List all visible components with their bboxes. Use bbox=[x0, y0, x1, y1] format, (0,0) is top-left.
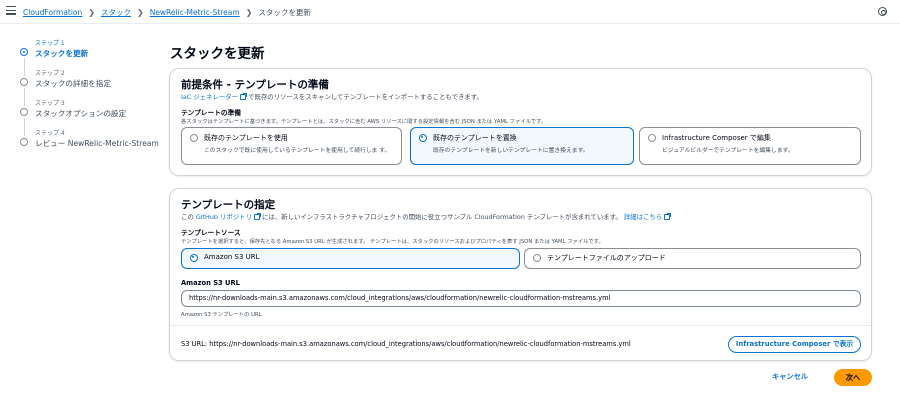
step-indicator-icon bbox=[20, 48, 28, 56]
breadcrumb-current: スタックを更新 bbox=[258, 8, 311, 17]
step-indicator-icon bbox=[20, 78, 28, 86]
step-indicator-icon bbox=[20, 108, 28, 116]
breadcrumb-stack-name[interactable]: NewRelic-Metric-Stream bbox=[150, 8, 240, 17]
step-number: ステップ 3 bbox=[35, 100, 65, 107]
step-label: レビュー NewRelic-Metric-Stream bbox=[35, 139, 159, 148]
prerequisite-title: 前提条件 - テンプレートの準備 bbox=[181, 79, 329, 91]
step-4: ステップ 4 レビュー NewRelic-Metric-Stream bbox=[20, 128, 160, 158]
s3-url-input[interactable]: https://nr-downloads-main.s3.amazonaws.c… bbox=[181, 290, 861, 307]
radio-selected-icon bbox=[419, 134, 427, 142]
template-prep-description: 各スタックはテンプレートに基づきます。テンプレートとは、スタックに含む AWS … bbox=[181, 119, 547, 125]
iac-generator-link[interactable]: IaC ジェネレーター bbox=[181, 93, 238, 101]
option-edit-in-composer[interactable]: Infrastructure Composer で編集 ビジュアルビルダーでテン… bbox=[639, 127, 861, 165]
step-number: ステップ 4 bbox=[35, 130, 65, 137]
template-source-description: テンプレートを選択すると、保存先となる Amazon S3 URL が生成されま… bbox=[181, 239, 604, 245]
learn-more-link[interactable]: 詳細はこちら bbox=[624, 213, 662, 221]
radio-icon bbox=[648, 134, 656, 142]
prerequisite-container: 前提条件 - テンプレートの準備 IaC ジェネレーター で既存のリソースをスキ… bbox=[169, 68, 872, 176]
template-prep-label: テンプレートの準備 bbox=[181, 109, 241, 117]
menu-icon[interactable] bbox=[6, 6, 16, 16]
option-use-existing-template[interactable]: 既存のテンプレートを使用 このスタックで既に使用しているテンプレートを使用して続… bbox=[181, 127, 402, 165]
breadcrumb: CloudFormation ❯ スタック ❯ NewRelic-Metric-… bbox=[23, 7, 311, 18]
option-description: ビジュアルビルダーでテンプレートを編集します。 bbox=[662, 148, 794, 154]
prerequisite-description: IaC ジェネレーター で既存のリソースをスキャンしてテンプレートをインポートす… bbox=[181, 92, 483, 101]
template-source-label: テンプレートソース bbox=[181, 229, 241, 237]
template-spec-description: この GitHub リポジトリ には、新しいインフラストラクチャプロジェクトの開… bbox=[181, 212, 672, 221]
template-spec-container: テンプレートの指定 この GitHub リポジトリ には、新しいインフラストラク… bbox=[169, 188, 872, 361]
option-replace-existing-template[interactable]: 既存のテンプレートを置換 既存のテンプレートを新しいテンプレートに置き換えます。 bbox=[410, 127, 634, 165]
step-label: スタックの詳細を指定 bbox=[35, 79, 111, 88]
external-link-icon bbox=[664, 213, 672, 220]
cancel-button[interactable]: キャンセル bbox=[772, 372, 808, 382]
source-label: Amazon S3 URL bbox=[204, 253, 260, 261]
divider bbox=[170, 325, 871, 326]
step-number: ステップ 2 bbox=[35, 70, 65, 77]
chevron-right-icon: ❯ bbox=[245, 8, 253, 17]
option-title: Infrastructure Composer で編集 bbox=[662, 134, 771, 142]
option-title: 既存のテンプレートを置換 bbox=[433, 134, 517, 142]
template-spec-description-prefix: この bbox=[181, 213, 194, 221]
step-indicator-icon bbox=[20, 138, 28, 146]
settings-icon[interactable] bbox=[878, 7, 887, 16]
option-title: 既存のテンプレートを使用 bbox=[204, 134, 288, 142]
s3-url-hint: Amazon S3 テンプレートの URL bbox=[181, 312, 262, 318]
wizard-steps: ステップ 1 スタックを更新 ステップ 2 スタックの詳細を指定 ステップ 3 … bbox=[20, 38, 160, 158]
external-link-icon bbox=[253, 213, 261, 220]
step-label: スタックオプションの設定 bbox=[35, 109, 127, 118]
step-2: ステップ 2 スタックの詳細を指定 bbox=[20, 68, 160, 106]
source-upload-template-file[interactable]: テンプレートファイルのアップロード bbox=[524, 248, 861, 269]
breadcrumb-cloudformation[interactable]: CloudFormation bbox=[23, 8, 82, 17]
template-spec-description-text: には、新しいインフラストラクチャプロジェクトの開始に役立つサンプル CloudF… bbox=[262, 213, 622, 221]
radio-icon bbox=[190, 134, 198, 142]
s3-url-display: S3 URL: https://nr-downloads-main.s3.ama… bbox=[181, 340, 631, 348]
source-amazon-s3-url[interactable]: Amazon S3 URL bbox=[181, 248, 520, 269]
option-description: このスタックで既に使用しているテンプレートを使用して続行しま す。 bbox=[204, 148, 391, 154]
s3-url-label: Amazon S3 URL bbox=[181, 279, 240, 287]
next-button[interactable]: 次へ bbox=[834, 369, 872, 386]
step-3: ステップ 3 スタックオプションの設定 bbox=[20, 98, 160, 136]
chevron-right-icon: ❯ bbox=[136, 8, 144, 17]
template-spec-title: テンプレートの指定 bbox=[181, 199, 276, 211]
step-1[interactable]: ステップ 1 スタックを更新 bbox=[20, 38, 160, 76]
page-title: スタックを更新 bbox=[170, 46, 265, 62]
radio-icon bbox=[533, 253, 541, 262]
source-label: テンプレートファイルのアップロード bbox=[547, 254, 666, 262]
view-in-composer-button[interactable]: Infrastructure Composer で表示 bbox=[728, 336, 861, 353]
github-repo-link[interactable]: GitHub リポジトリ bbox=[196, 213, 252, 221]
prerequisite-description-text: で既存のリソースをスキャンしてテンプレートをインポートすることもできます。 bbox=[248, 93, 483, 101]
top-navigation-bar: CloudFormation ❯ スタック ❯ NewRelic-Metric-… bbox=[0, 0, 900, 24]
external-link-icon bbox=[240, 93, 248, 100]
breadcrumb-stacks[interactable]: スタック bbox=[101, 7, 131, 18]
radio-selected-icon bbox=[190, 253, 198, 262]
option-description: 既存のテンプレートを新しいテンプレートに置き換えます。 bbox=[433, 148, 589, 154]
step-label: スタックを更新 bbox=[35, 49, 89, 58]
step-number: ステップ 1 bbox=[35, 40, 65, 47]
chevron-right-icon: ❯ bbox=[88, 8, 95, 17]
